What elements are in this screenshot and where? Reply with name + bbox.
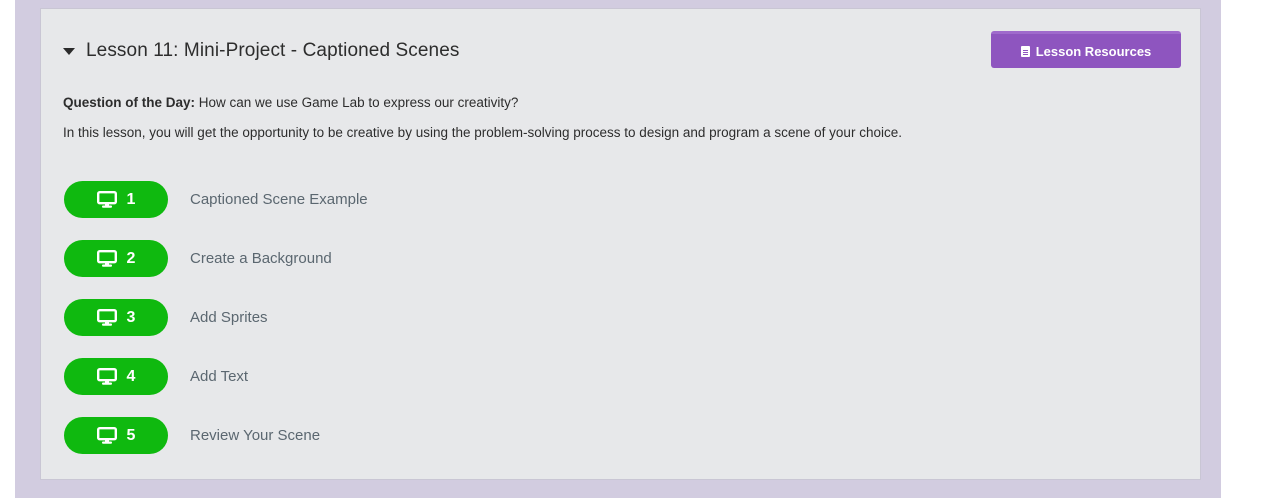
level-list: 1 Captioned Scene Example 2 Create a Bac… xyxy=(64,181,368,476)
level-name[interactable]: Captioned Scene Example xyxy=(190,191,368,208)
lesson-group-frame: Lesson 11: Mini-Project - Captioned Scen… xyxy=(15,0,1221,498)
question-label: Question of the Day: xyxy=(63,95,196,110)
level-name[interactable]: Create a Background xyxy=(190,250,332,267)
lesson-header[interactable]: Lesson 11: Mini-Project - Captioned Scen… xyxy=(63,39,459,63)
monitor-icon xyxy=(96,427,117,444)
level-name[interactable]: Add Sprites xyxy=(190,309,268,326)
level-number: 3 xyxy=(126,308,136,326)
level-bubble-1[interactable]: 1 xyxy=(64,181,168,218)
list-item: 4 Add Text xyxy=(64,358,368,395)
level-bubble-5[interactable]: 5 xyxy=(64,417,168,454)
lesson-resources-button[interactable]: Lesson Resources xyxy=(991,31,1181,68)
monitor-icon xyxy=(96,191,117,208)
level-number: 2 xyxy=(126,249,136,267)
list-item: 2 Create a Background xyxy=(64,240,368,277)
level-bubble-2[interactable]: 2 xyxy=(64,240,168,277)
lesson-description: In this lesson, you will get the opportu… xyxy=(63,125,902,140)
monitor-icon xyxy=(96,309,117,326)
caret-down-icon[interactable] xyxy=(63,47,75,55)
level-number: 5 xyxy=(126,426,136,444)
level-bubble-3[interactable]: 3 xyxy=(64,299,168,336)
list-item: 1 Captioned Scene Example xyxy=(64,181,368,218)
level-name[interactable]: Review Your Scene xyxy=(190,427,320,444)
question-text: How can we use Game Lab to express our c… xyxy=(198,95,519,110)
list-item: 3 Add Sprites xyxy=(64,299,368,336)
monitor-icon xyxy=(96,368,117,385)
level-number: 4 xyxy=(126,367,136,385)
lesson-title[interactable]: Lesson 11: Mini-Project - Captioned Scen… xyxy=(86,40,459,62)
level-number: 1 xyxy=(126,190,136,208)
document-icon xyxy=(1020,45,1030,57)
lesson-resources-label: Lesson Resources xyxy=(1035,43,1152,59)
level-bubble-4[interactable]: 4 xyxy=(64,358,168,395)
list-item: 5 Review Your Scene xyxy=(64,417,368,454)
question-of-the-day: Question of the Day: How can we use Game… xyxy=(63,95,518,110)
level-name[interactable]: Add Text xyxy=(190,368,248,385)
monitor-icon xyxy=(96,250,117,267)
lesson-card: Lesson 11: Mini-Project - Captioned Scen… xyxy=(40,8,1201,480)
